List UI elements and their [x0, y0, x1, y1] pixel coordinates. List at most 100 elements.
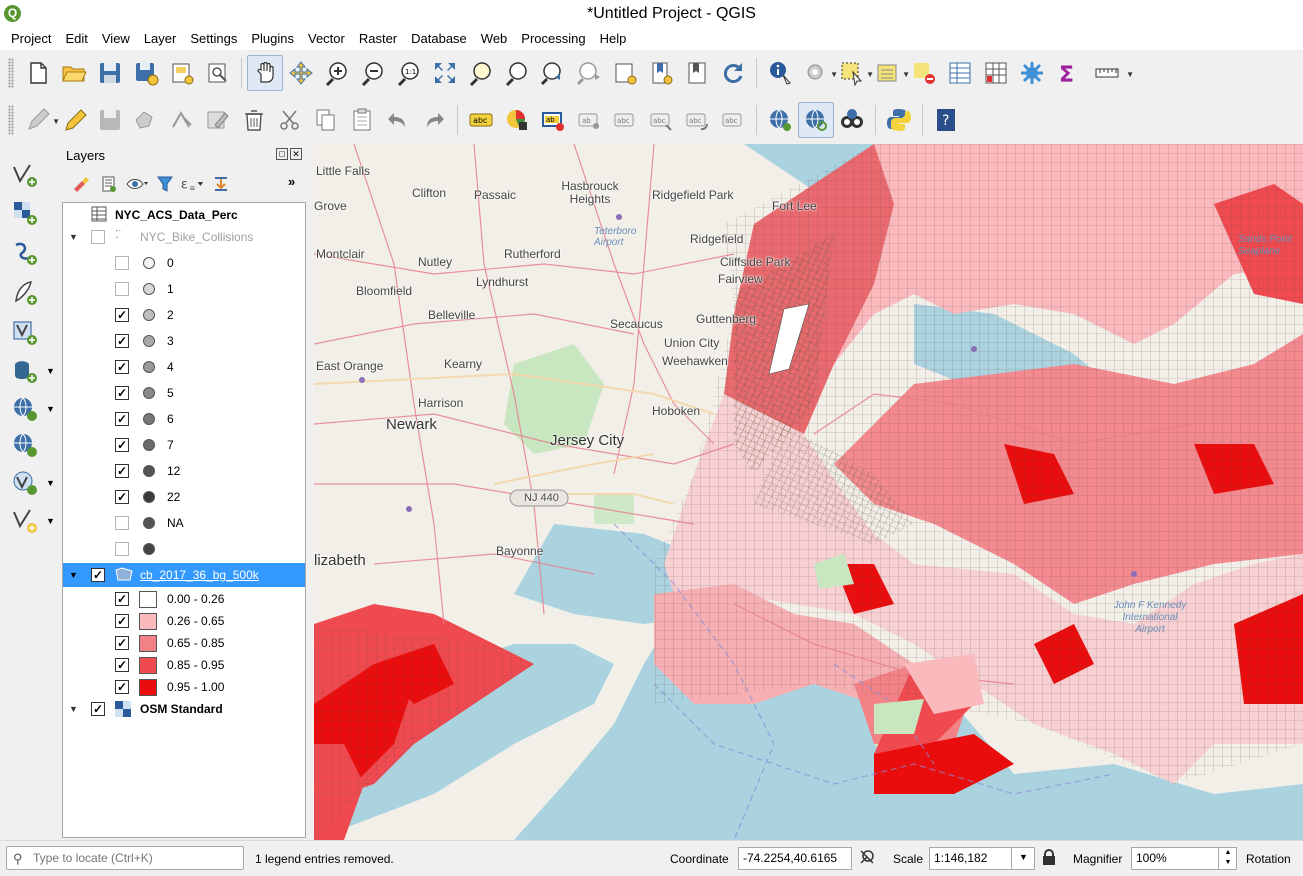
change-label-icon[interactable]: abc	[715, 102, 751, 138]
class-checkbox[interactable]: ✓	[115, 412, 129, 426]
menu-vector[interactable]: Vector	[301, 28, 352, 50]
class-checkbox[interactable]: ✓	[115, 614, 129, 628]
add-mesh-layer-icon[interactable]	[8, 236, 42, 270]
collapse-arrow-icon[interactable]: ▼	[69, 570, 78, 580]
current-edits-icon[interactable]: ▼	[20, 102, 60, 138]
move-label-icon[interactable]: abc	[643, 102, 679, 138]
class-checkbox[interactable]	[115, 516, 129, 530]
help-contents-icon[interactable]: ?	[928, 102, 964, 138]
zoom-to-layer-icon[interactable]	[499, 55, 535, 91]
new-shapefile-layer-icon[interactable]: ▼	[8, 504, 55, 538]
layer-row-nyc-acs-data[interactable]: NYC_ACS_Data_Perc	[63, 203, 305, 227]
zoom-last-icon[interactable]	[535, 55, 571, 91]
add-wms-layer-icon[interactable]	[762, 102, 798, 138]
menu-raster[interactable]: Raster	[352, 28, 404, 50]
legend-class-row[interactable]: ✓ 5	[63, 381, 305, 405]
menu-help[interactable]: Help	[593, 28, 634, 50]
coordinate-field[interactable]: -74.2254,40.6165	[738, 847, 852, 870]
add-group-icon[interactable]	[96, 173, 122, 195]
identify-features-icon[interactable]	[762, 55, 798, 91]
class-checkbox[interactable]: ✓	[115, 636, 129, 650]
cut-features-icon[interactable]	[272, 102, 308, 138]
class-checkbox[interactable]: ✓	[115, 592, 129, 606]
modify-attributes-icon[interactable]	[200, 102, 236, 138]
menu-edit[interactable]: Edit	[58, 28, 94, 50]
legend-class-row[interactable]: ✓ 22	[63, 485, 305, 509]
save-layer-edits-icon[interactable]	[92, 102, 128, 138]
add-delimited-text-icon[interactable]	[8, 276, 42, 310]
add-raster-layer-icon[interactable]	[8, 196, 42, 230]
zoom-native-icon[interactable]: 1:1	[391, 55, 427, 91]
filter-expression-icon[interactable]: ε ≡	[180, 173, 206, 195]
select-by-value-icon[interactable]: ▼	[870, 55, 910, 91]
rotate-label-icon[interactable]: abc	[679, 102, 715, 138]
new-print-layout-icon[interactable]	[164, 55, 200, 91]
show-hide-labels-icon[interactable]: abc	[607, 102, 643, 138]
collapse-arrow-icon[interactable]: ▼	[69, 704, 78, 714]
toggle-extents-icon[interactable]	[858, 848, 876, 871]
collapse-arrow-icon[interactable]: ▼	[69, 232, 78, 242]
class-checkbox[interactable]: ✓	[115, 490, 129, 504]
legend-class-row[interactable]: ✓ 7	[63, 433, 305, 457]
float-panel-icon[interactable]: ◻	[276, 148, 288, 160]
layer-diagram-icon[interactable]	[499, 102, 535, 138]
legend-class-row[interactable]: ✓ 6	[63, 407, 305, 431]
legend-class-row[interactable]: ✓ 0.65 - 0.85	[63, 631, 305, 655]
identify-map-icon[interactable]	[798, 102, 834, 138]
add-wfs-layer-icon[interactable]: ▼	[8, 466, 55, 500]
run-action-icon[interactable]: ▼	[798, 55, 838, 91]
legend-class-row[interactable]: ✓ 2	[63, 303, 305, 327]
menu-processing[interactable]: Processing	[514, 28, 592, 50]
layout-manager-icon[interactable]	[200, 55, 236, 91]
class-checkbox[interactable]: ✓	[115, 308, 129, 322]
legend-class-row[interactable]: ✓ 12	[63, 459, 305, 483]
undo-icon[interactable]	[380, 102, 416, 138]
layer-row-osm-standard[interactable]: ▼ ✓ OSM Standard	[63, 697, 305, 721]
layer-labeling-icon[interactable]: abc	[463, 102, 499, 138]
toggle-editing-icon[interactable]	[56, 102, 92, 138]
add-wms-wmts-layer-icon[interactable]: ▼	[8, 392, 55, 426]
layer-row-nyc-bike-collisions[interactable]: ▼ ⁚˙ NYC_Bike_Collisions	[63, 225, 305, 249]
legend-class-row[interactable]: ✓ 0.95 - 1.00	[63, 675, 305, 699]
class-checkbox[interactable]: ✓	[115, 464, 129, 478]
python-console-icon[interactable]	[881, 102, 917, 138]
new-map-view-icon[interactable]	[607, 55, 643, 91]
class-checkbox[interactable]: ✓	[115, 680, 129, 694]
delete-selected-icon[interactable]	[236, 102, 272, 138]
paste-features-icon[interactable]	[344, 102, 380, 138]
menu-web[interactable]: Web	[474, 28, 515, 50]
select-features-icon[interactable]: ▼	[834, 55, 874, 91]
lock-scale-icon[interactable]	[1042, 849, 1056, 868]
legend-class-row[interactable]: 0	[63, 251, 305, 275]
filter-legend-icon[interactable]	[152, 173, 178, 195]
menu-plugins[interactable]: Plugins	[244, 28, 301, 50]
deselect-all-icon[interactable]	[906, 55, 942, 91]
new-bookmark-icon[interactable]	[643, 55, 679, 91]
quick-map-services-icon[interactable]	[834, 102, 870, 138]
legend-class-row[interactable]: ✓ 0.26 - 0.65	[63, 609, 305, 633]
attribute-table-icon[interactable]	[942, 55, 978, 91]
save-as-icon[interactable]	[128, 55, 164, 91]
show-bookmarks-icon[interactable]	[679, 55, 715, 91]
legend-class-row[interactable]: 1	[63, 277, 305, 301]
class-checkbox[interactable]: ✓	[115, 658, 129, 672]
add-postgis-layer-icon[interactable]: ▼	[8, 354, 55, 388]
measure-line-icon[interactable]: ▼	[1086, 55, 1134, 91]
zoom-out-icon[interactable]	[355, 55, 391, 91]
save-project-icon[interactable]	[92, 55, 128, 91]
toolbar-grip[interactable]	[8, 58, 14, 88]
redo-icon[interactable]	[416, 102, 452, 138]
zoom-next-icon[interactable]	[571, 55, 607, 91]
spinner-arrows-icon[interactable]: ▲ ▼	[1218, 847, 1237, 870]
class-checkbox[interactable]	[115, 282, 129, 296]
vertex-tool-icon[interactable]	[164, 102, 200, 138]
open-project-icon[interactable]	[56, 55, 92, 91]
refresh-icon[interactable]	[715, 55, 751, 91]
menu-view[interactable]: View	[95, 28, 137, 50]
legend-class-row[interactable]: ✓ 0.00 - 0.26	[63, 587, 305, 611]
legend-class-row[interactable]: NA	[63, 511, 305, 535]
style-paint-icon[interactable]	[68, 173, 94, 195]
digitize-icon[interactable]	[128, 102, 164, 138]
layer-visibility-checkbox[interactable]: ✓	[91, 702, 105, 716]
class-checkbox[interactable]	[115, 542, 129, 556]
